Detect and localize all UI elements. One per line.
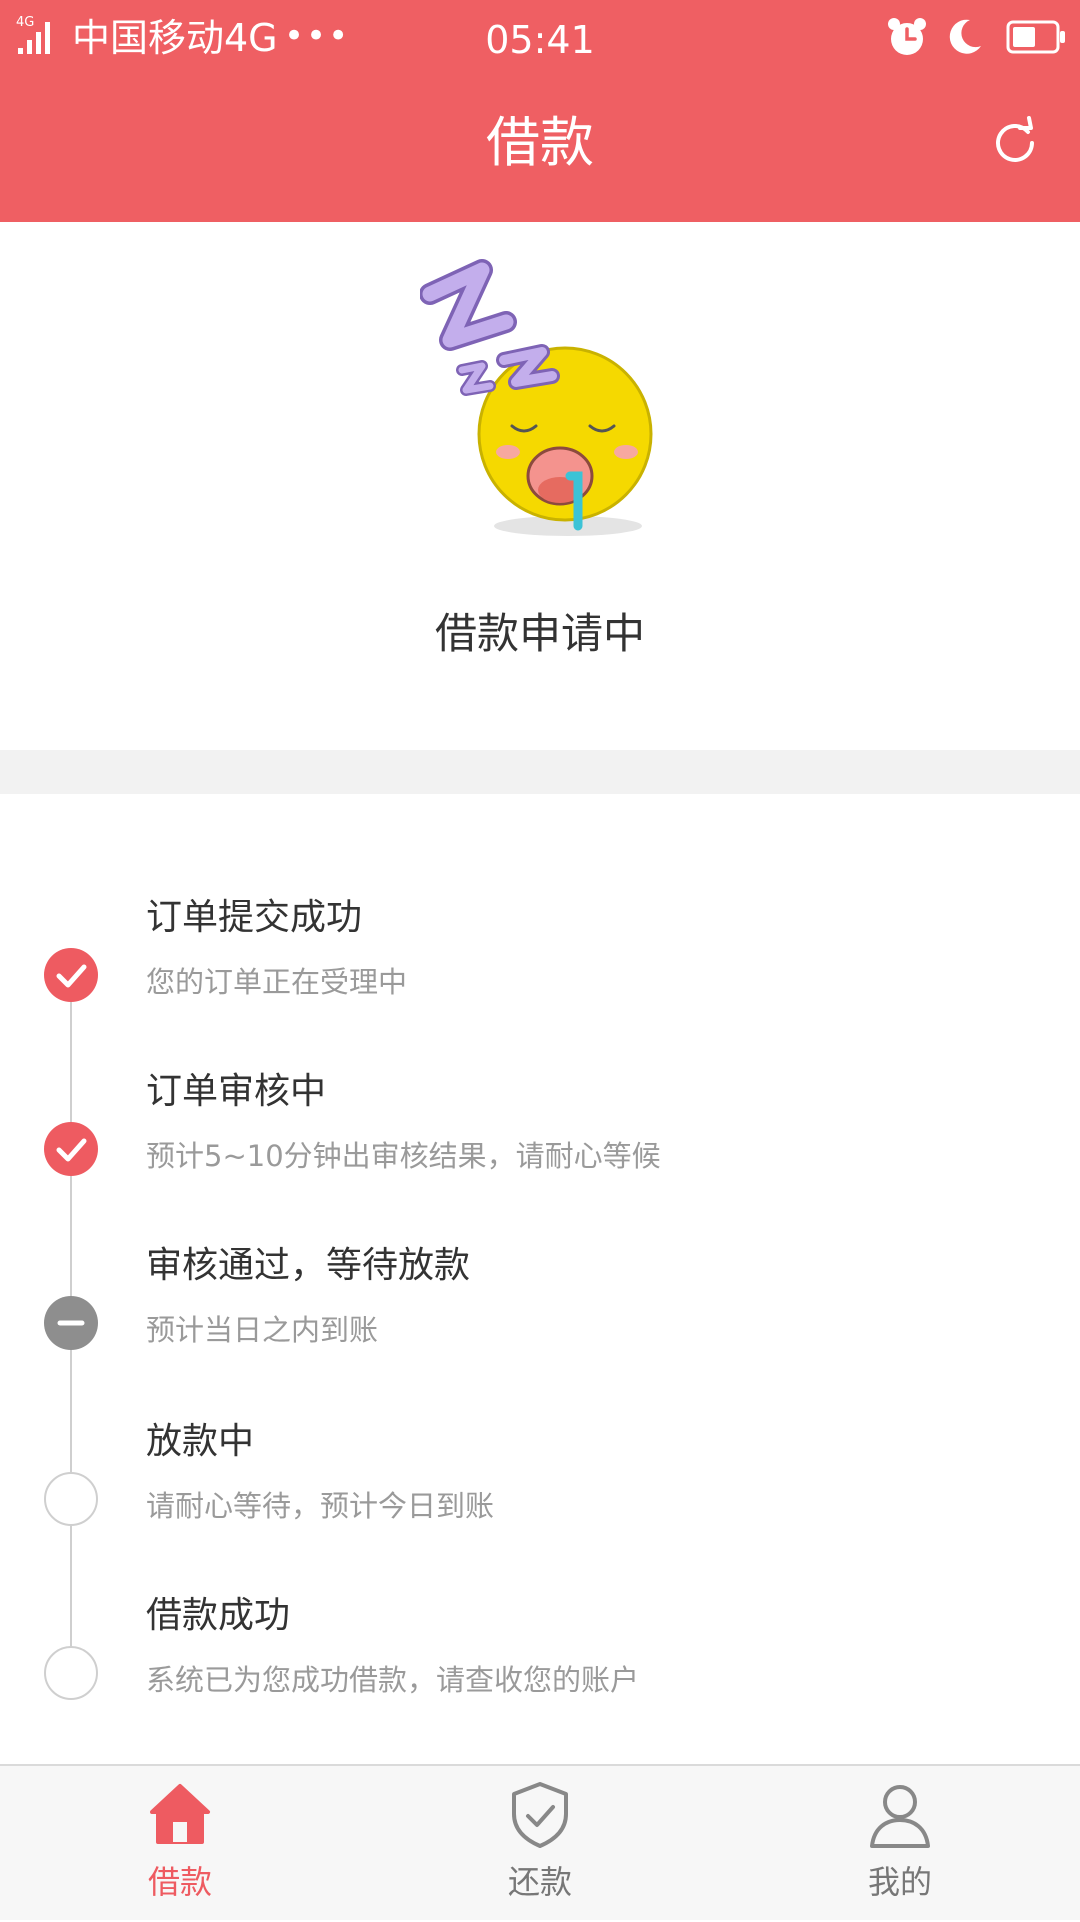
progress-timeline: 订单提交成功 您的订单正在受理中 订单审核中 预计5~10分钟出审核结果，请耐心… [0, 794, 1080, 1764]
section-divider [0, 750, 1080, 794]
check-icon [44, 948, 98, 1002]
home-icon [150, 1784, 210, 1844]
step-description: 请耐心等待，预计今日到账 [146, 1489, 495, 1523]
battery-icon [1006, 20, 1065, 54]
check-icon [44, 1122, 98, 1176]
step-title: 订单审核中 [146, 1071, 327, 1112]
application-status-text: 借款申请中 [434, 609, 645, 658]
timeline-step-success: 借款成功 系统已为您成功借款，请查收您的账户 [0, 1592, 1080, 1732]
tab-borrow[interactable]: 借款 [0, 1766, 360, 1922]
status-hero: 借款申请中 [0, 222, 1080, 750]
step-description: 您的订单正在受理中 [146, 965, 408, 999]
timeline-step-submitted: 订单提交成功 您的订单正在受理中 [0, 894, 1080, 1034]
empty-circle-icon [44, 1472, 98, 1526]
timeline-step-reviewing: 订单审核中 预计5~10分钟出审核结果，请耐心等候 [0, 1068, 1080, 1208]
empty-circle-icon [44, 1646, 98, 1700]
step-title: 审核通过，等待放款 [146, 1245, 471, 1286]
refresh-icon[interactable] [990, 116, 1040, 166]
tab-mine[interactable]: 我的 [720, 1766, 1080, 1922]
moon-icon [949, 19, 981, 54]
status-bar: 4G 中国移动4G ••• 05:41 [0, 0, 1080, 78]
alarm-icon [888, 18, 926, 55]
bottom-tab-bar: 借款 还款 我的 [0, 1764, 1080, 1920]
tab-label: 还款 [507, 1863, 572, 1901]
shield-check-icon [512, 1782, 568, 1848]
timeline-step-approved: 审核通过，等待放款 预计当日之内到账 [0, 1242, 1080, 1382]
sleeping-emoji-illustration [420, 259, 653, 536]
top-bar: 4G 中国移动4G ••• 05:41 借款 [0, 0, 1080, 222]
step-description: 预计5~10分钟出审核结果，请耐心等候 [146, 1139, 661, 1173]
tab-label: 我的 [867, 1863, 932, 1901]
tab-label: 借款 [147, 1863, 212, 1901]
step-title: 放款中 [146, 1421, 255, 1462]
step-description: 系统已为您成功借款，请查收您的账户 [146, 1663, 640, 1697]
minus-icon [44, 1296, 98, 1350]
step-description: 预计当日之内到账 [146, 1313, 379, 1347]
step-title: 订单提交成功 [146, 897, 363, 938]
tab-repay[interactable]: 还款 [360, 1766, 720, 1922]
user-icon [870, 1785, 930, 1848]
timeline-step-disbursing: 放款中 请耐心等待，预计今日到账 [0, 1418, 1080, 1558]
step-title: 借款成功 [146, 1595, 291, 1636]
page-title: 借款 [486, 111, 594, 174]
